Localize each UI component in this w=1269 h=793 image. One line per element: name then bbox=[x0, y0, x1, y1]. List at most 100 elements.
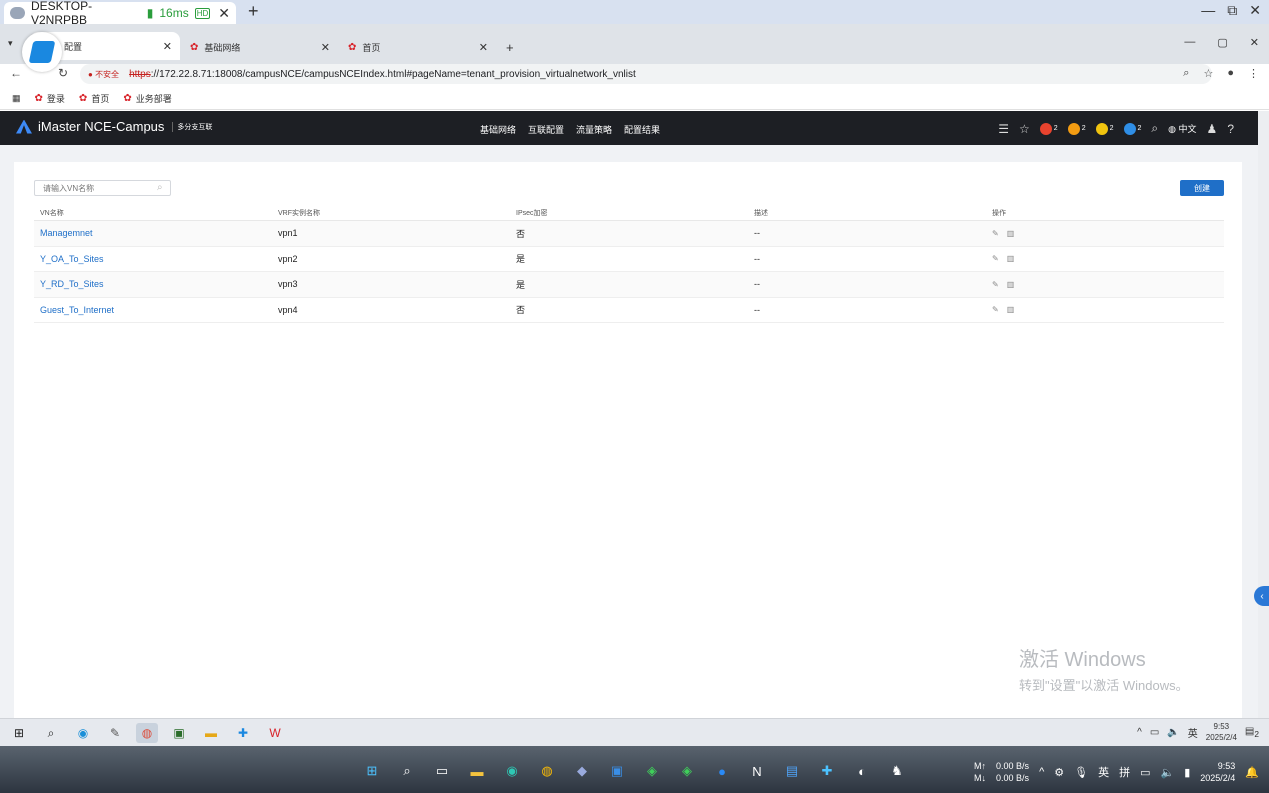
microphone-icon[interactable]: 🎙 bbox=[1074, 766, 1088, 779]
blue-app-icon[interactable]: ● bbox=[710, 760, 734, 782]
network-icon[interactable]: ▭ bbox=[1150, 727, 1159, 738]
local-clock[interactable]: 9:53 2025/2/4 bbox=[1200, 760, 1235, 784]
side-collapse-button[interactable]: ‹ bbox=[1254, 586, 1269, 606]
tab-close-icon[interactable]: ✕ bbox=[479, 41, 488, 54]
delete-icon[interactable]: ▥ bbox=[1007, 229, 1015, 238]
profile-icon[interactable]: ● bbox=[1227, 67, 1234, 80]
bookmark-home[interactable]: ✿ 首页 bbox=[79, 92, 109, 105]
col-vrf-name[interactable]: VRF实例名称 bbox=[272, 208, 510, 218]
edge-icon[interactable]: ◉ bbox=[72, 723, 94, 743]
notion-icon[interactable]: N bbox=[745, 760, 769, 782]
bell-icon[interactable]: 🔔 bbox=[1245, 766, 1259, 779]
remote-app-icon[interactable]: ✚ bbox=[232, 723, 254, 743]
obs-icon[interactable]: ◐ bbox=[850, 760, 874, 782]
qq-icon[interactable]: ♞ bbox=[885, 760, 909, 782]
start-icon[interactable]: ⊞ bbox=[8, 723, 30, 743]
vn-name-link[interactable]: Managemnet bbox=[34, 228, 272, 238]
search-icon[interactable]: ⌕ bbox=[1151, 121, 1158, 136]
remote-clock[interactable]: 9:53 2025/2/4 bbox=[1206, 721, 1237, 743]
new-session-button[interactable]: + bbox=[248, 1, 259, 22]
nav-basic-network[interactable]: 基础网络 bbox=[480, 123, 516, 136]
bookmark-login[interactable]: ✿ 登录 bbox=[35, 92, 65, 105]
folder-icon[interactable]: ▬ bbox=[200, 723, 222, 743]
col-vn-name[interactable]: VN名称 bbox=[34, 208, 272, 218]
search-icon[interactable]: ⌕ bbox=[157, 182, 163, 193]
volume-icon[interactable]: 🔈 bbox=[1167, 727, 1179, 738]
edit-icon[interactable]: ✎ bbox=[992, 305, 999, 314]
reload-icon[interactable]: ↻ bbox=[58, 66, 68, 80]
address-bar[interactable]: ● 不安全 https ://172.22.8.71:18008/campusN… bbox=[80, 64, 1212, 84]
tab-home[interactable]: ✿ 首页 ✕ bbox=[340, 34, 496, 60]
menu-icon[interactable]: ⋮ bbox=[1248, 67, 1259, 80]
close-button[interactable]: ✕ bbox=[1250, 36, 1259, 49]
volume-icon[interactable]: 🔈 bbox=[1160, 766, 1174, 779]
chrome-icon[interactable]: ◍ bbox=[136, 723, 158, 743]
delete-icon[interactable]: ▥ bbox=[1007, 280, 1015, 289]
alarm-warning[interactable]: 2 bbox=[1123, 122, 1141, 135]
search-icon[interactable]: ⌕ bbox=[395, 760, 419, 782]
help-icon[interactable]: ? bbox=[1227, 122, 1234, 136]
nav-config-result[interactable]: 配置结果 bbox=[624, 123, 660, 136]
insecure-badge[interactable]: ● 不安全 bbox=[88, 69, 119, 80]
tab-basic-network[interactable]: ✿ 基础网络 ✕ bbox=[182, 34, 338, 60]
alarm-critical[interactable]: 2 bbox=[1039, 122, 1058, 135]
minimize-button[interactable]: — bbox=[1184, 36, 1195, 49]
windows-start-icon[interactable]: ⊞ bbox=[360, 760, 384, 782]
back-icon[interactable]: ← bbox=[10, 66, 22, 80]
notepad-icon[interactable]: ▤ bbox=[780, 760, 804, 782]
product-logo[interactable]: iMaster NCE-Campus 多分支互联 bbox=[16, 119, 212, 134]
notepad-icon[interactable]: ✎ bbox=[104, 723, 126, 743]
remote-app-icon[interactable]: ✚ bbox=[815, 760, 839, 782]
vn-name-link[interactable]: Y_OA_To_Sites bbox=[34, 254, 272, 264]
remote-session-tab[interactable]: DESKTOP-V2NRPBB ▮ 16ms HD ✕ bbox=[4, 0, 236, 27]
app-tray-icon[interactable]: ⚙ bbox=[1054, 766, 1064, 779]
file-explorer-icon[interactable]: ▬ bbox=[465, 760, 489, 782]
alarm-major[interactable]: 2 bbox=[1067, 122, 1086, 135]
minimize-button[interactable]: — bbox=[1201, 2, 1215, 19]
battery-icon[interactable]: ▮ bbox=[1184, 766, 1190, 779]
vn-name-link[interactable]: Y_RD_To_Sites bbox=[34, 279, 272, 289]
tray-expand-icon[interactable]: ^ bbox=[1039, 766, 1044, 778]
store-icon[interactable]: ▣ bbox=[605, 760, 629, 782]
col-ipsec[interactable]: IPsec加密 bbox=[510, 208, 748, 218]
nav-traffic-policy[interactable]: 流量策略 bbox=[576, 123, 612, 136]
create-button[interactable]: 创建 bbox=[1180, 180, 1224, 196]
maximize-button[interactable]: ▢ bbox=[1217, 36, 1227, 49]
wps-icon[interactable]: W bbox=[264, 723, 286, 743]
apps-grid-icon[interactable]: ▦ bbox=[12, 93, 21, 104]
network-icon[interactable]: ▭ bbox=[1140, 766, 1150, 779]
ime-pinyin[interactable]: 拼 bbox=[1119, 764, 1130, 780]
vn-name-link[interactable]: Guest_To_Internet bbox=[34, 305, 272, 315]
close-session-button[interactable]: ✕ bbox=[218, 5, 230, 22]
restore-button[interactable]: ⧉ bbox=[1227, 2, 1237, 19]
delete-icon[interactable]: ▥ bbox=[1007, 305, 1015, 314]
tray-expand-icon[interactable]: ^ bbox=[1137, 727, 1142, 738]
chrome-icon[interactable]: ◍ bbox=[535, 760, 559, 782]
search-icon[interactable]: ⌕ bbox=[40, 723, 62, 743]
edge-icon[interactable]: ◉ bbox=[500, 760, 524, 782]
edit-icon[interactable]: ✎ bbox=[992, 229, 999, 238]
favorite-star-icon[interactable]: ☆ bbox=[1019, 122, 1030, 136]
tab-search-icon[interactable]: ▾ bbox=[8, 38, 13, 49]
user-icon[interactable]: ♟ bbox=[1207, 122, 1218, 136]
task-view-icon[interactable]: ▭ bbox=[430, 760, 454, 782]
vn-search-input[interactable] bbox=[34, 180, 171, 196]
green-app-icon-2[interactable]: ◈ bbox=[675, 760, 699, 782]
nav-interconnect-config[interactable]: 互联配置 bbox=[528, 123, 564, 136]
bookmark-star-icon[interactable]: ☆ bbox=[1203, 67, 1213, 80]
monitor-icon[interactable]: ▣ bbox=[168, 723, 190, 743]
close-button[interactable]: ✕ bbox=[1249, 2, 1261, 19]
task-list-icon[interactable]: ☰ bbox=[998, 122, 1009, 136]
green-app-icon[interactable]: ◈ bbox=[640, 760, 664, 782]
notification-icon[interactable]: ▤2 bbox=[1245, 726, 1259, 739]
language-switch[interactable]: ◍ 中文 bbox=[1168, 122, 1196, 135]
tab-close-icon[interactable]: ✕ bbox=[321, 41, 330, 54]
ime-indicator[interactable]: 英 bbox=[1188, 725, 1198, 740]
zoom-icon[interactable]: ⌕ bbox=[1183, 67, 1189, 80]
page-scrollbar[interactable] bbox=[1258, 111, 1269, 718]
photos-icon[interactable]: ◆ bbox=[570, 760, 594, 782]
new-tab-button[interactable]: + bbox=[498, 34, 522, 60]
tab-close-icon[interactable]: ✕ bbox=[163, 40, 172, 53]
bookmark-deploy[interactable]: ✿ 业务部署 bbox=[123, 92, 171, 105]
ime-en[interactable]: 英 bbox=[1098, 764, 1109, 780]
